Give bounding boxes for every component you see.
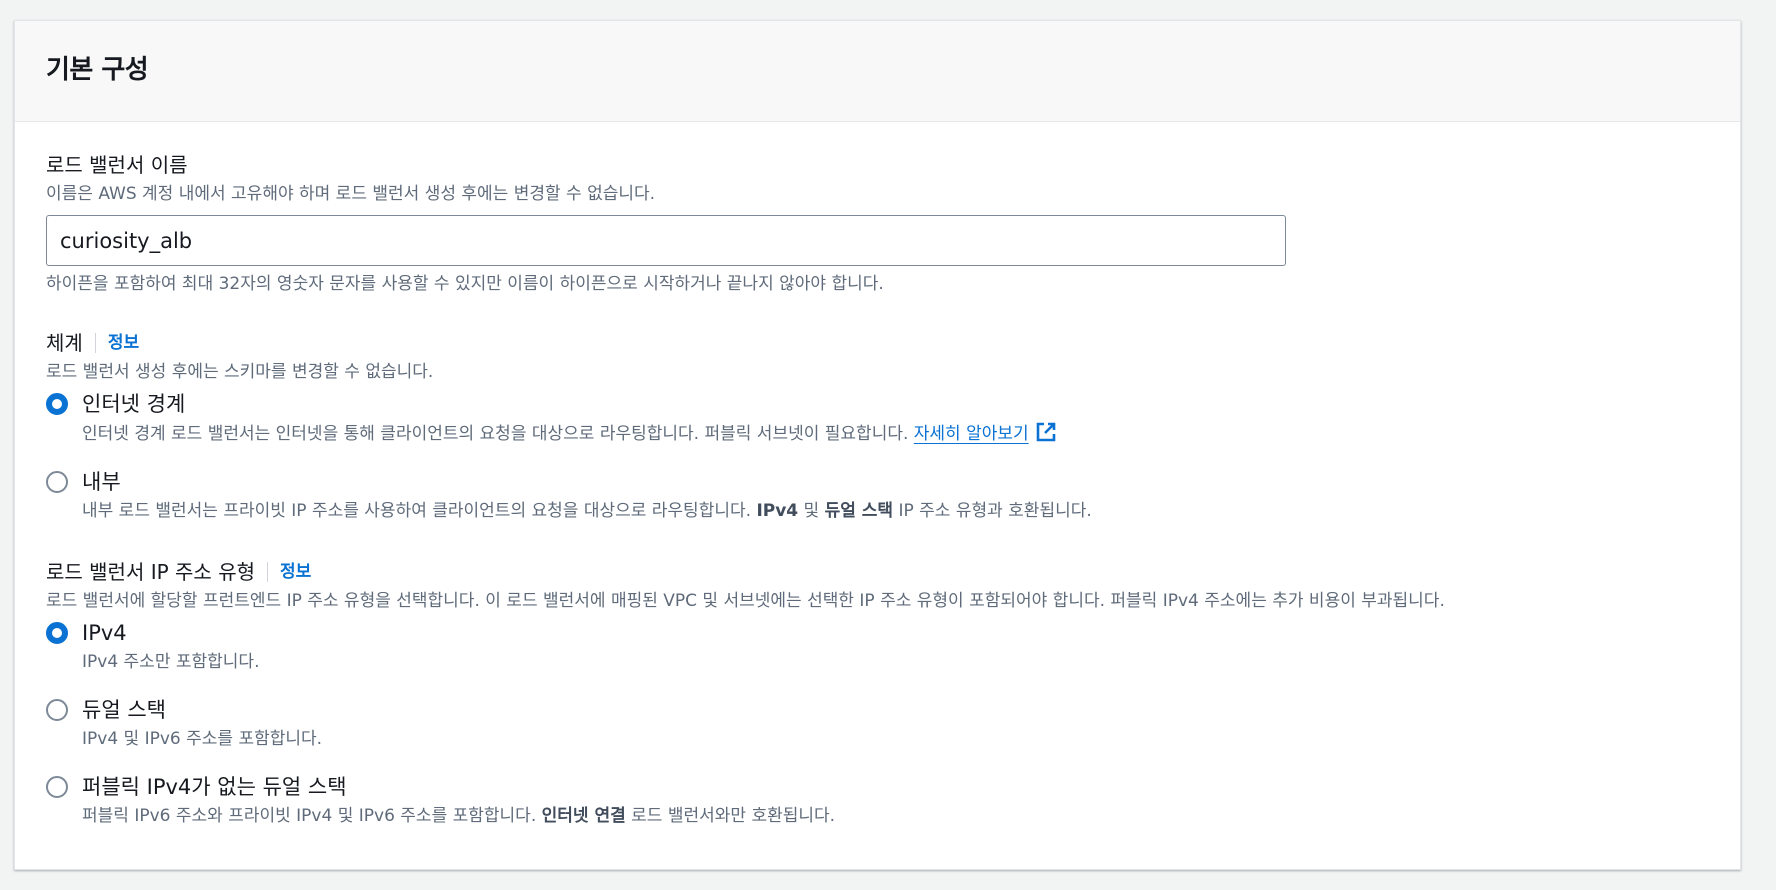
radio-description: 인터넷 경계 로드 밸런서는 인터넷을 통해 클라이언트의 요청을 대상으로 라… xyxy=(82,421,1709,446)
radio-checked-icon[interactable] xyxy=(46,622,68,644)
scheme-info-link[interactable]: 정보 xyxy=(94,333,139,353)
desc-bold: 인터넷 연결 xyxy=(541,806,626,826)
ip-option-dualstack[interactable]: 듀얼 스택 IPv4 및 IPv6 주소를 포함합니다. xyxy=(46,696,1709,751)
radio-description: IPv4 주소만 포함합니다. xyxy=(82,652,260,672)
radio-label[interactable]: 듀얼 스택 xyxy=(82,696,1709,724)
radio-label[interactable]: 퍼블릭 IPv4가 없는 듀얼 스택 xyxy=(82,773,1709,801)
radio-unchecked-icon[interactable] xyxy=(46,776,68,798)
panel-header: 기본 구성 xyxy=(15,21,1740,122)
lb-name-input[interactable] xyxy=(46,215,1286,266)
panel-content: 로드 밸런서 이름 이름은 AWS 계정 내에서 고유해야 하며 로드 밸런서 … xyxy=(15,122,1740,828)
desc-text: IP 주소 유형과 호환됩니다. xyxy=(898,501,1092,521)
panel-title: 기본 구성 xyxy=(46,55,149,85)
radio-unchecked-icon[interactable] xyxy=(46,471,68,493)
scheme-option-internal[interactable]: 내부 내부 로드 밸런서는 프라이빗 IP 주소를 사용하여 클라이언트의 요청… xyxy=(46,468,1709,523)
ip-type-info-link[interactable]: 정보 xyxy=(267,562,311,582)
desc-bold: IPv4 xyxy=(756,501,799,521)
radio-description: 퍼블릭 IPv6 주소와 프라이빗 IPv4 및 IPv6 주소를 포함합니다.… xyxy=(82,804,1709,828)
basic-config-panel: 기본 구성 로드 밸런서 이름 이름은 AWS 계정 내에서 고유해야 하며 로… xyxy=(14,20,1741,870)
ip-type-label-row: 로드 밸런서 IP 주소 유형 정보 xyxy=(46,559,1709,585)
desc-text: 내부 로드 밸런서는 프라이빗 IP 주소를 사용하여 클라이언트의 요청을 대… xyxy=(82,501,752,521)
radio-checked-icon[interactable] xyxy=(46,393,68,415)
radio-unchecked-icon[interactable] xyxy=(46,699,68,721)
external-link-icon[interactable] xyxy=(1035,421,1057,443)
ip-type-label: 로드 밸런서 IP 주소 유형 xyxy=(46,560,255,584)
scheme-label-row: 체계 정보 xyxy=(46,330,1709,356)
scheme-label: 체계 xyxy=(46,331,83,355)
learn-more-link[interactable]: 자세히 알아보기 xyxy=(914,424,1029,444)
ip-type-description: 로드 밸런서에 할당할 프런트엔드 IP 주소 유형을 선택합니다. 이 로드 … xyxy=(46,591,1445,611)
ip-option-dualstack-no-public-ipv4[interactable]: 퍼블릭 IPv4가 없는 듀얼 스택 퍼블릭 IPv6 주소와 프라이빗 IPv… xyxy=(46,773,1709,828)
radio-description-text: 인터넷 경계 로드 밸런서는 인터넷을 통해 클라이언트의 요청을 대상으로 라… xyxy=(82,424,909,444)
radio-label[interactable]: 인터넷 경계 xyxy=(82,390,1709,418)
scheme-description: 로드 밸런서 생성 후에는 스키마를 변경할 수 없습니다. xyxy=(46,362,434,382)
scheme-field: 체계 정보 로드 밸런서 생성 후에는 스키마를 변경할 수 없습니다. 인터넷… xyxy=(46,330,1709,523)
radio-label[interactable]: 내부 xyxy=(82,468,1709,496)
radio-description: IPv4 및 IPv6 주소를 포함합니다. xyxy=(82,729,323,749)
ip-type-field: 로드 밸런서 IP 주소 유형 정보 로드 밸런서에 할당할 프런트엔드 IP … xyxy=(46,559,1709,828)
desc-bold: 듀얼 스택 xyxy=(824,501,894,521)
ip-type-radio-group: IPv4 IPv4 주소만 포함합니다. 듀얼 스택 IPv4 및 IPv6 주… xyxy=(46,619,1709,828)
desc-text: 퍼블릭 IPv6 주소와 프라이빗 IPv4 및 IPv6 주소를 포함합니다. xyxy=(82,806,537,826)
ip-option-ipv4[interactable]: IPv4 IPv4 주소만 포함합니다. xyxy=(46,619,1709,674)
lb-name-label: 로드 밸런서 이름 xyxy=(46,153,188,177)
scheme-radio-group: 인터넷 경계 인터넷 경계 로드 밸런서는 인터넷을 통해 클라이언트의 요청을… xyxy=(46,390,1709,523)
desc-text: 및 xyxy=(803,501,820,521)
radio-description: 내부 로드 밸런서는 프라이빗 IP 주소를 사용하여 클라이언트의 요청을 대… xyxy=(82,499,1709,523)
lb-name-description: 이름은 AWS 계정 내에서 고유해야 하며 로드 밸런서 생성 후에는 변경할… xyxy=(46,184,656,204)
lb-name-constraint: 하이픈을 포함하여 최대 32자의 영숫자 문자를 사용할 수 있지만 이름이 … xyxy=(46,274,884,294)
scheme-option-internet-facing[interactable]: 인터넷 경계 인터넷 경계 로드 밸런서는 인터넷을 통해 클라이언트의 요청을… xyxy=(46,390,1709,446)
lb-name-field: 로드 밸런서 이름 이름은 AWS 계정 내에서 고유해야 하며 로드 밸런서 … xyxy=(46,152,1709,296)
desc-text: 로드 밸런서와만 호환됩니다. xyxy=(631,806,836,826)
radio-label[interactable]: IPv4 xyxy=(82,619,1709,647)
